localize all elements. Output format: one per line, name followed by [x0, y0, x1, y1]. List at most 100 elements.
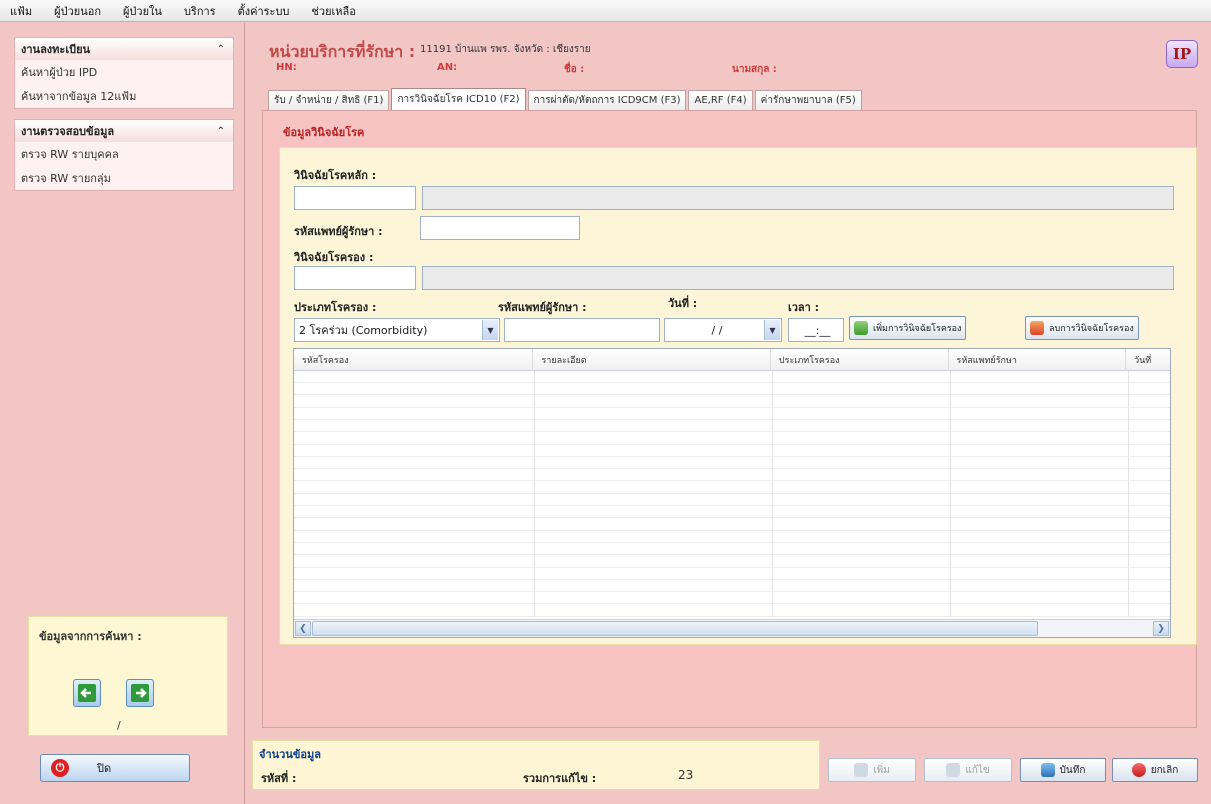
save-button[interactable]: บันทึก	[1020, 758, 1106, 782]
doctor-code-label-2: รหัสแพทย์ผู้รักษา :	[498, 301, 587, 314]
section-title: ข้อมูลวินิจฉัยโรค	[283, 126, 365, 139]
close-label: ปิด	[97, 762, 112, 775]
table-row[interactable]	[294, 408, 1170, 420]
cancel-icon	[1131, 763, 1146, 777]
table-row[interactable]	[294, 568, 1170, 580]
prev-button[interactable]	[73, 679, 101, 707]
registration-group-header[interactable]: งานลงทะเบียน ⌃	[15, 38, 233, 60]
grid-divider	[950, 371, 951, 617]
grid-col-detail[interactable]: รายละเอียด	[533, 349, 771, 371]
secondary-dx-code-input[interactable]	[294, 266, 416, 290]
delete-secondary-dx-button[interactable]: ลบการวินิจฉัยโรครอง	[1025, 316, 1139, 340]
primary-dx-code-input[interactable]	[294, 186, 416, 210]
scroll-right-icon[interactable]: ❯	[1153, 621, 1169, 636]
table-row[interactable]	[294, 482, 1170, 494]
table-row[interactable]	[294, 420, 1170, 433]
registration-group-title: งานลงทะเบียน	[21, 43, 91, 56]
sidebar-item-rw-individual[interactable]: ตรวจ RW รายบุคคล	[15, 142, 233, 166]
grid-col-date[interactable]: วันที่	[1126, 349, 1170, 371]
tab-ae-rf[interactable]: AE,RF (F4)	[688, 90, 753, 110]
grid-col-code[interactable]: รหัสโรครอง	[294, 349, 534, 371]
primary-dx-desc-field	[422, 186, 1174, 210]
table-row[interactable]	[294, 371, 1170, 383]
time-label: เวลา :	[788, 301, 820, 314]
surname-label: นามสกุล :	[732, 64, 777, 75]
sidebar-item-search-ipd[interactable]: ค้นหาผู้ป่วย IPD	[15, 60, 233, 84]
next-button[interactable]	[126, 679, 154, 707]
menu-bar: แฟ้ม ผู้ป่วยนอก ผู้ป่วยใน บริการ ตั้งค่า…	[0, 0, 1211, 22]
add-secondary-dx-label: เพิ่มการวินิจฉัยโรครอง	[873, 324, 962, 334]
table-row[interactable]	[294, 580, 1170, 593]
table-row[interactable]	[294, 519, 1170, 531]
add-label: เพิ่ม	[873, 764, 890, 776]
secondary-doctor-code-input[interactable]	[504, 318, 660, 342]
verify-group-header[interactable]: งานตรวจสอบข้อมูล ⌃	[15, 120, 233, 142]
tab-charges[interactable]: ค่ารักษาพยาบาล (F5)	[754, 90, 862, 110]
menu-outpatient[interactable]: ผู้ป่วยนอก	[54, 2, 101, 20]
horizontal-scrollbar[interactable]: ❮ ❯	[294, 619, 1170, 637]
tab-admission[interactable]: รับ / จำหน่าย / สิทธิ (F1)	[268, 90, 390, 110]
tab-diagnosis[interactable]: การวินิจฉัยโรค ICD10 (F2)	[391, 88, 526, 110]
power-icon: ⏻	[51, 759, 69, 777]
tab-bar: รับ / จำหน่าย / สิทธิ (F1) การวินิจฉัยโร…	[268, 88, 864, 110]
date-picker[interactable]: / / ▼	[664, 318, 782, 342]
table-row[interactable]	[294, 556, 1170, 568]
close-button[interactable]: ⏻ ปิด	[40, 754, 190, 782]
grid-col-doctor[interactable]: รหัสแพทย์รักษา	[949, 349, 1127, 371]
tab-procedure[interactable]: การผ่าตัด/หัตถการ ICD9CM (F3)	[527, 90, 687, 110]
date-label: วันที่ :	[668, 297, 698, 310]
sidebar-item-rw-group[interactable]: ตรวจ RW รายกลุ่ม	[15, 166, 233, 190]
arrow-right-icon	[131, 684, 149, 702]
scroll-left-icon[interactable]: ❮	[295, 621, 311, 636]
patient-header: หน่วยบริการที่รักษา : 11191 บ้านแพ รพร. …	[262, 38, 1202, 88]
edit-button[interactable]: แก้ไข	[924, 758, 1012, 782]
date-value: / /	[711, 323, 723, 337]
table-row[interactable]	[294, 592, 1170, 605]
table-row[interactable]	[294, 445, 1170, 457]
sidebar-item-search-12files[interactable]: ค้นหาจากข้อมูล 12แฟ้ม	[15, 84, 233, 108]
menu-settings[interactable]: ตั้งค่าระบบ	[238, 2, 290, 20]
collapse-icon[interactable]: ⌃	[217, 44, 225, 55]
total-edit-label: รวมการแก้ไข :	[523, 772, 597, 785]
table-row[interactable]	[294, 494, 1170, 506]
table-row[interactable]	[294, 457, 1170, 470]
menu-file[interactable]: แฟ้ม	[10, 2, 32, 20]
save-label: บันทึก	[1059, 764, 1086, 776]
registration-group: งานลงทะเบียน ⌃ ค้นหาผู้ป่วย IPD ค้นหาจาก…	[14, 37, 234, 109]
save-icon	[1040, 763, 1055, 777]
add-secondary-dx-button[interactable]: เพิ่มการวินิจฉัยโรครอง	[849, 316, 967, 340]
dx-type-select[interactable]: 2 โรคร่วม (Comorbidity) ▼	[294, 318, 500, 342]
grid-divider	[1128, 371, 1129, 617]
table-row[interactable]	[294, 433, 1170, 445]
secondary-dx-label: วินิจฉัยโรครอง :	[294, 251, 374, 264]
cancel-button[interactable]: ยกเลิก	[1112, 758, 1198, 782]
chevron-down-icon[interactable]: ▼	[482, 320, 498, 340]
table-row[interactable]	[294, 605, 1170, 617]
table-row[interactable]	[294, 506, 1170, 519]
doctor-code-input[interactable]	[420, 216, 580, 240]
time-input[interactable]: __:__	[788, 318, 844, 342]
menu-inpatient[interactable]: ผู้ป่วยใน	[123, 2, 162, 20]
collapse-icon[interactable]: ⌃	[217, 126, 225, 137]
menu-help[interactable]: ช่วยเหลือ	[311, 2, 355, 20]
scroll-thumb[interactable]	[312, 621, 1038, 636]
ip-logo: IP	[1166, 40, 1198, 68]
table-row[interactable]	[294, 396, 1170, 408]
current-record-label: รหัสที่ :	[261, 772, 297, 785]
summary-title: จำนวนข้อมูล	[259, 748, 321, 761]
table-row[interactable]	[294, 469, 1170, 482]
table-row[interactable]	[294, 531, 1170, 543]
doctor-code-label: รหัสแพทย์ผู้รักษา :	[294, 225, 383, 238]
secondary-dx-grid: รหัสโรครอง รายละเอียด ประเภทโรครอง รหัสแ…	[293, 348, 1171, 638]
menu-services[interactable]: บริการ	[184, 2, 216, 20]
grid-divider	[534, 371, 535, 617]
add-button[interactable]: เพิ่ม	[828, 758, 916, 782]
chevron-down-icon[interactable]: ▼	[764, 320, 780, 340]
search-result-box: ข้อมูลจากการค้นหา : /	[28, 616, 228, 736]
grid-col-type[interactable]: ประเภทโรครอง	[771, 349, 949, 371]
table-row[interactable]	[294, 383, 1170, 396]
add-icon	[854, 763, 869, 777]
table-row[interactable]	[294, 543, 1170, 556]
verify-group-title: งานตรวจสอบข้อมูล	[21, 125, 115, 138]
edit-icon	[946, 763, 961, 777]
